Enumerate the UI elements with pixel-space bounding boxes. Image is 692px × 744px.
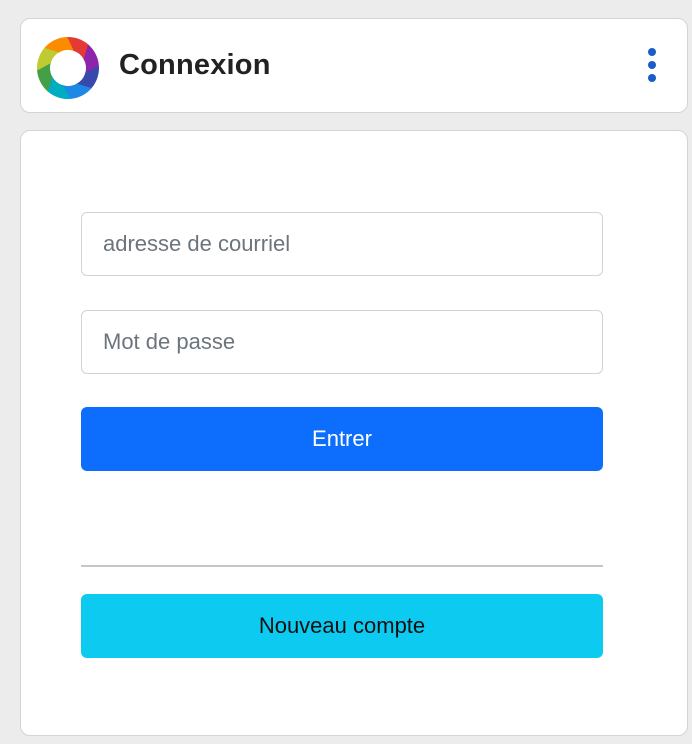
login-panel: Entrer Nouveau compte <box>20 130 688 736</box>
menu-dot <box>648 61 656 69</box>
header-bar: Connexion <box>20 18 688 113</box>
menu-dot <box>648 74 656 82</box>
new-account-button[interactable]: Nouveau compte <box>81 594 603 658</box>
submit-button[interactable]: Entrer <box>81 407 603 471</box>
logo-center <box>53 53 83 83</box>
divider <box>81 565 603 567</box>
more-vertical-icon[interactable] <box>641 45 663 85</box>
aperture-logo-icon <box>35 35 101 101</box>
page-title: Connexion <box>119 49 271 81</box>
password-input[interactable] <box>81 310 603 374</box>
email-input[interactable] <box>81 212 603 276</box>
menu-dot <box>648 48 656 56</box>
